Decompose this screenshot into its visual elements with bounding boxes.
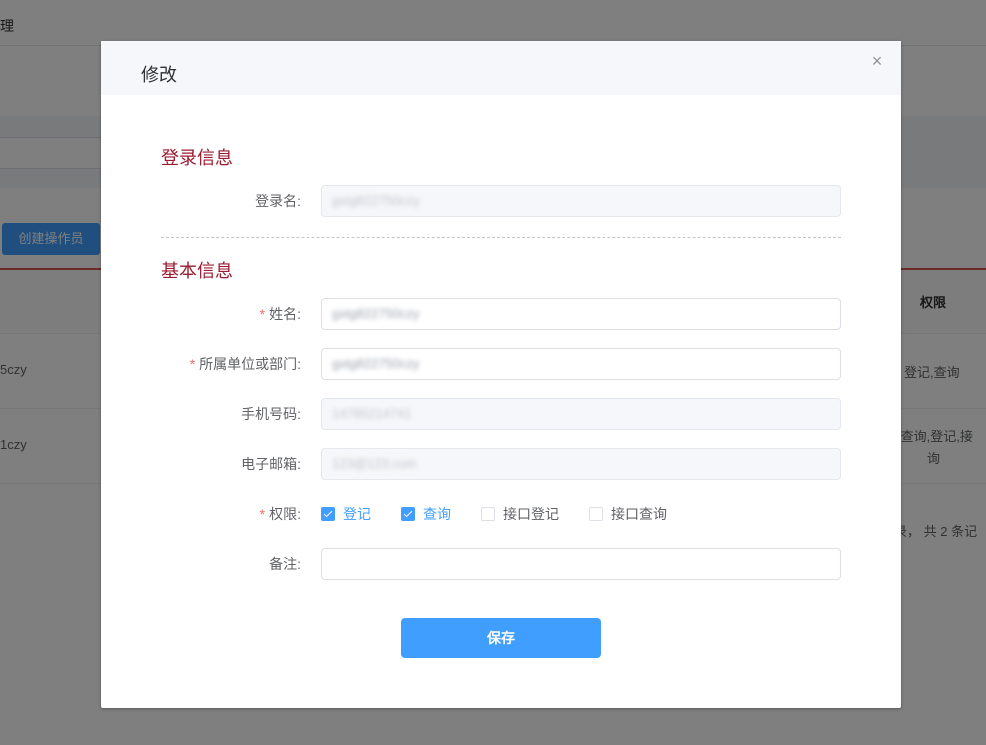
- checkbox-checked-icon[interactable]: [321, 507, 335, 521]
- department-input[interactable]: gxtg822750czy: [321, 348, 841, 380]
- section-basic-info: 基本信息: [161, 261, 233, 281]
- name-row: * 姓名: gxtg822750czy: [161, 298, 841, 330]
- phone-row: 手机号码: 14785214741: [161, 398, 841, 430]
- phone-input[interactable]: 14785214741: [321, 398, 841, 430]
- email-label: 电子邮箱:: [241, 456, 301, 472]
- checkbox-label: 查询: [423, 506, 451, 522]
- department-label: * 所属单位或部门:: [190, 348, 301, 380]
- required-mark: *: [189, 356, 196, 372]
- email-row: 电子邮箱: 123@123.com: [161, 448, 841, 480]
- name-value: gxtg822750czy: [332, 306, 420, 321]
- department-value: gxtg822750czy: [332, 356, 420, 371]
- section-login-info: 登录信息: [161, 148, 233, 168]
- remark-label: 备注:: [269, 556, 301, 572]
- required-mark: *: [259, 306, 266, 322]
- checkbox-checked-icon[interactable]: [401, 507, 415, 521]
- close-icon[interactable]: ×: [869, 52, 885, 70]
- checkbox-unchecked-icon[interactable]: [589, 507, 603, 521]
- checkbox-api-query[interactable]: 接口查询: [589, 504, 667, 524]
- email-input[interactable]: 123@123.com: [321, 448, 841, 480]
- permission-label-text: 权限:: [269, 506, 301, 522]
- checkbox-api-register[interactable]: 接口登记: [481, 504, 559, 524]
- checkbox-register[interactable]: 登记: [321, 504, 371, 524]
- permission-checkbox-group: 登记 查询 接口登记 接口查询: [321, 498, 697, 530]
- save-button[interactable]: 保存: [401, 618, 601, 658]
- checkbox-unchecked-icon[interactable]: [481, 507, 495, 521]
- department-row: * 所属单位或部门: gxtg822750czy: [161, 348, 841, 380]
- required-mark: *: [259, 506, 266, 522]
- remark-row: 备注:: [161, 548, 841, 580]
- dialog-header: 修改 ×: [101, 41, 901, 95]
- name-input[interactable]: gxtg822750czy: [321, 298, 841, 330]
- name-label: * 姓名:: [260, 298, 301, 330]
- login-name-input[interactable]: gxtg822750czy: [321, 185, 841, 217]
- remark-input[interactable]: [321, 548, 841, 580]
- dialog-title: 修改: [141, 65, 177, 85]
- phone-value: 14785214741: [332, 406, 412, 421]
- checkbox-label: 登记: [343, 506, 371, 522]
- phone-label: 手机号码:: [241, 406, 301, 422]
- login-name-value: gxtg822750czy: [332, 193, 420, 208]
- edit-dialog: 修改 × 登录信息 登录名: gxtg822750czy 基本信息 * 姓名: g…: [101, 41, 901, 708]
- section-divider: [161, 237, 841, 238]
- name-label-text: 姓名:: [269, 306, 301, 322]
- permission-label: * 权限:: [260, 498, 301, 530]
- checkbox-query[interactable]: 查询: [401, 504, 451, 524]
- permission-row: * 权限: 登记 查询 接口登记 接口查询: [161, 498, 841, 530]
- checkbox-label: 接口登记: [503, 506, 559, 522]
- login-name-row: 登录名: gxtg822750czy: [161, 185, 841, 217]
- department-label-text: 所属单位或部门:: [199, 356, 301, 372]
- login-name-label: 登录名:: [255, 193, 301, 209]
- email-value: 123@123.com: [332, 456, 417, 471]
- checkbox-label: 接口查询: [611, 506, 667, 522]
